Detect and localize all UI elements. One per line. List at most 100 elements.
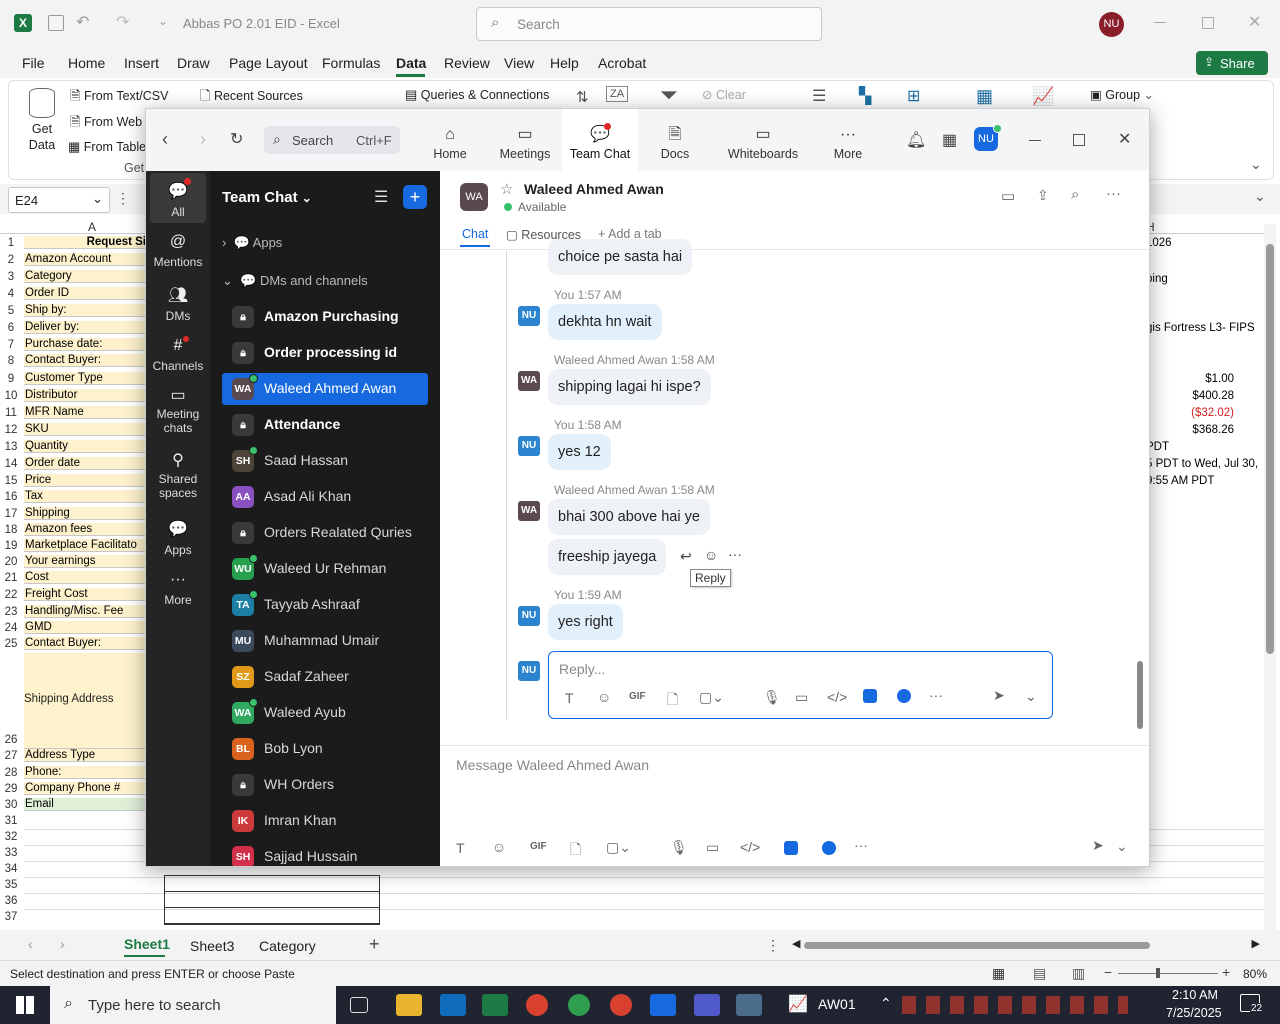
cell-label[interactable]: Marketplace Facilitato — [24, 539, 145, 552]
undo-icon[interactable]: ↶ — [76, 12, 89, 32]
sort-icon[interactable]: ⇅ — [576, 88, 589, 106]
chat-app-icon[interactable] — [822, 841, 836, 855]
cell-label[interactable]: Category — [24, 270, 145, 283]
row-number[interactable]: 32 — [0, 831, 22, 843]
row-number[interactable]: 25 — [0, 638, 22, 650]
forward-icon[interactable]: › — [200, 129, 206, 150]
prev-sheet-icon[interactable]: ‹ — [28, 936, 33, 952]
cell-label[interactable]: Email — [24, 798, 145, 811]
tab-whiteboards[interactable]: ▭ Whiteboards — [721, 109, 805, 171]
page-break-icon[interactable]: ▥ — [1072, 965, 1085, 982]
cell-label[interactable]: Address Type — [24, 749, 145, 762]
row-number[interactable]: 35 — [0, 879, 22, 891]
cell-label[interactable]: Price — [24, 474, 145, 487]
microphone-icon[interactable]: 🎙︎ — [670, 839, 688, 856]
text-format-icon[interactable]: T — [565, 690, 574, 706]
clock-time[interactable]: 2:10 AM — [1172, 988, 1218, 1002]
row-number[interactable]: 37 — [0, 911, 22, 923]
cell-h3[interactable]: ping — [1146, 273, 1258, 285]
row-number[interactable]: 5 — [0, 305, 22, 317]
history-icon[interactable]: ↻ — [230, 129, 243, 149]
rail-more[interactable]: ··· More — [146, 571, 210, 607]
expand-formula-icon[interactable]: ⌄ — [1254, 188, 1266, 205]
channel-item[interactable]: 🔒︎ Attendance — [222, 409, 428, 441]
dm-item[interactable]: SH Saad Hassan — [222, 445, 428, 477]
shipping-address-cell[interactable]: Shipping Address — [24, 653, 145, 749]
close-icon[interactable]: ✕ — [1248, 12, 1261, 32]
more-sheets-icon[interactable]: ⋮ — [766, 937, 780, 954]
row-number[interactable]: 6 — [0, 322, 22, 334]
tab-home[interactable]: ⌂ Home — [412, 109, 488, 171]
reply-input[interactable]: Reply... — [559, 661, 605, 677]
dm-item[interactable]: IK Imran Khan — [222, 805, 428, 837]
cell-label[interactable]: Contact Buyer: — [24, 354, 145, 367]
message-input[interactable]: Message Waleed Ahmed Awan — [456, 757, 649, 773]
video-message-icon[interactable]: ▭ — [706, 839, 719, 856]
emoji-icon[interactable]: ☺ — [597, 689, 611, 705]
filter-icon[interactable]: ⏷ — [660, 82, 678, 108]
channel-item[interactable]: 🔒︎ Orders Realated Quries — [222, 517, 428, 549]
video-call-icon[interactable]: ▭ — [1001, 187, 1015, 205]
row-number[interactable]: 26 — [0, 734, 22, 746]
send-icon[interactable]: ➤ — [1092, 837, 1104, 854]
cell-h10[interactable]: $400.28 — [1146, 390, 1234, 402]
channel-item[interactable]: 🔒︎ WH Orders — [222, 769, 428, 801]
zoom-in-icon[interactable]: + — [1222, 964, 1230, 980]
row-number[interactable]: 19 — [0, 540, 22, 552]
row-number[interactable]: 30 — [0, 799, 22, 811]
rail-apps[interactable]: 💬 Apps — [146, 519, 210, 557]
remove-duplicates-icon[interactable]: ⊞ — [907, 86, 920, 106]
sheet-tab-sheet1[interactable]: Sheet1 — [124, 936, 170, 952]
cell-label[interactable]: Tax — [24, 490, 145, 503]
collapse-ribbon-icon[interactable]: ⌄ — [1250, 156, 1262, 173]
video-message-icon[interactable]: ▭ — [795, 689, 808, 706]
row-number[interactable]: 16 — [0, 491, 22, 503]
chat-tab-chat[interactable]: Chat — [462, 227, 488, 241]
cell-label[interactable]: Distributor — [24, 389, 145, 402]
row-number[interactable]: 34 — [0, 863, 22, 875]
zoom-slider[interactable] — [1118, 968, 1218, 978]
app-integration-icon[interactable] — [784, 841, 798, 855]
tray-icons[interactable] — [902, 996, 1128, 1014]
forecast-sheet-icon[interactable]: 📈 — [1032, 86, 1054, 107]
row-number[interactable]: 24 — [0, 622, 22, 634]
tab-team-chat[interactable]: 💬 Team Chat — [562, 109, 638, 171]
chrome-profile-2-icon[interactable] — [610, 994, 632, 1016]
row-number[interactable]: 10 — [0, 390, 22, 402]
row-number[interactable]: 15 — [0, 475, 22, 487]
emoji-reaction-icon[interactable]: ☺ — [704, 547, 718, 563]
column-header-a[interactable]: A — [88, 220, 96, 234]
cell-a1[interactable]: Request Si — [24, 236, 146, 249]
clear-filter-button[interactable]: ⊘ Clear — [702, 87, 746, 102]
name-box[interactable]: E24 ⌄ — [8, 187, 110, 213]
zoom-level[interactable]: 80% — [1243, 967, 1267, 981]
add-sheet-icon[interactable]: + — [369, 934, 380, 955]
row-number[interactable]: 13 — [0, 441, 22, 453]
cell-label[interactable]: Handling/Misc. Fee — [24, 605, 145, 618]
menu-insert[interactable]: Insert — [124, 55, 159, 71]
scroll-thumb[interactable] — [1266, 244, 1274, 654]
file-icon[interactable]: 🗋 — [667, 689, 678, 713]
what-if-icon[interactable]: ▦ — [976, 86, 993, 107]
more-options-icon[interactable]: ⋮ — [116, 190, 130, 207]
menu-page-layout[interactable]: Page Layout — [229, 55, 308, 71]
code-icon[interactable]: </> — [740, 839, 760, 855]
cell-h11[interactable]: ($32.02) — [1146, 407, 1234, 419]
flash-fill-icon[interactable]: ▚ — [859, 86, 871, 106]
dm-item[interactable]: WU Waleed Ur Rehman — [222, 553, 428, 585]
scroll-right-icon[interactable]: ▶ — [1252, 937, 1260, 950]
reply-box[interactable]: Reply... T ☺ GIF 🗋 ▢⌄ 🎙︎ ▭ </> ··· ➤ ⌄ — [548, 651, 1053, 719]
menu-formulas[interactable]: Formulas — [322, 55, 380, 71]
close-icon[interactable]: ✕ — [1118, 129, 1131, 149]
rail-channels[interactable]: # Channels — [146, 337, 210, 373]
row-number[interactable]: 11 — [0, 407, 22, 419]
task-view-icon[interactable] — [350, 997, 368, 1013]
excel-search-box[interactable]: ⌕ Search — [476, 7, 822, 41]
dm-item[interactable]: MU Muhammad Umair — [222, 625, 428, 657]
rail-meeting-chats[interactable]: ▭ Meeting chats — [146, 388, 210, 436]
next-sheet-icon[interactable]: › — [60, 936, 65, 952]
row-number[interactable]: 8 — [0, 355, 22, 367]
calculator-icon[interactable] — [736, 994, 762, 1016]
taskbar-search-box[interactable]: ⌕ Type here to search — [50, 986, 336, 1024]
chrome-icon[interactable] — [526, 994, 548, 1016]
